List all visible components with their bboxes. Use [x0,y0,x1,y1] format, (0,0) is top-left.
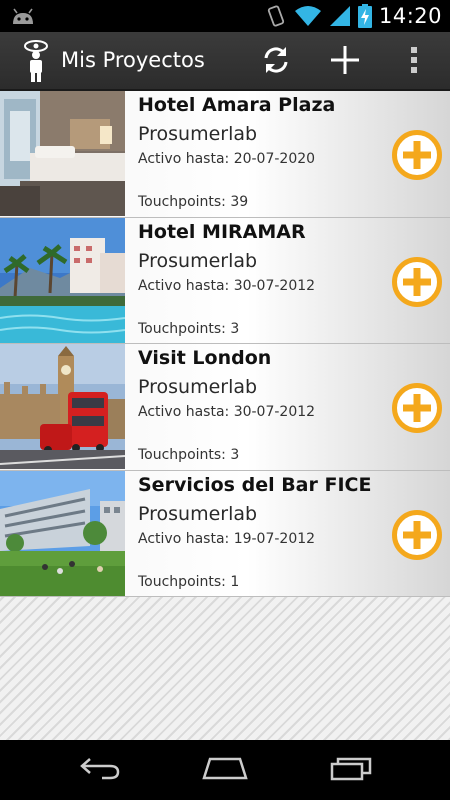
status-icons: 14:20 [265,0,450,32]
signal-icon [329,5,351,27]
back-button[interactable] [55,740,145,800]
project-row[interactable]: Hotel Amara Plaza Prosumerlab Activo has… [0,91,450,218]
plus-circle-icon [391,509,443,565]
project-company: Prosumerlab [138,376,258,398]
project-title: Hotel MIRAMAR [138,220,306,243]
page-title: Mis Proyectos [61,48,205,72]
add-icon [329,44,361,80]
add-project-button[interactable] [315,32,375,91]
project-touchpoints: Touchpoints: 3 [138,447,240,463]
wifi-icon [294,5,322,27]
refresh-icon [260,44,292,80]
add-touchpoint-button[interactable] [391,509,443,561]
navigation-bar [0,740,450,800]
project-touchpoints: Touchpoints: 3 [138,320,240,337]
project-touchpoints: Touchpoints: 39 [138,194,249,210]
back-icon [78,755,122,785]
project-row[interactable]: Visit London Prosumerlab Activo hasta: 3… [0,344,450,471]
project-thumbnail [0,470,125,596]
android-notification-icon [10,6,36,30]
project-thumbnail [0,217,125,343]
overflow-menu-icon [410,46,418,78]
home-icon [202,756,248,784]
plus-circle-icon [391,256,443,312]
project-company: Prosumerlab [138,502,258,525]
vibrate-icon [265,5,287,27]
project-row[interactable]: Servicios del Bar FICE Prosumerlab Activ… [0,470,450,597]
project-thumbnail [0,91,125,216]
status-clock: 14:20 [378,4,442,28]
project-active-until: Activo hasta: 19-07-2012 [138,530,316,547]
add-touchpoint-button[interactable] [391,256,443,308]
plus-circle-icon [391,383,443,438]
project-active-until: Activo hasta: 30-07-2012 [138,404,316,420]
project-list: Hotel Amara Plaza Prosumerlab Activo has… [0,91,450,597]
battery-charging-icon [357,4,372,28]
plus-circle-icon [391,130,443,185]
recent-apps-icon [330,755,374,785]
recent-apps-button[interactable] [307,740,397,800]
project-row[interactable]: Hotel MIRAMAR Prosumerlab Activo hasta: … [0,217,450,344]
project-touchpoints: Touchpoints: 1 [138,573,240,590]
status-bar: 14:20 [0,0,450,32]
refresh-button[interactable] [246,32,306,91]
project-title: Servicios del Bar FICE [138,473,372,496]
home-button[interactable] [180,740,270,800]
project-list-area[interactable]: Hotel Amara Plaza Prosumerlab Activo has… [0,91,450,740]
project-active-until: Activo hasta: 30-07-2012 [138,277,316,294]
add-touchpoint-button[interactable] [391,382,443,434]
project-active-until: Activo hasta: 20-07-2020 [138,151,316,167]
project-title: Hotel Amara Plaza [138,94,336,116]
app-logo-icon[interactable] [22,39,50,87]
overflow-menu-button[interactable] [384,32,444,91]
project-company: Prosumerlab [138,249,258,272]
project-title: Visit London [138,347,272,369]
project-company: Prosumerlab [138,123,258,145]
add-touchpoint-button[interactable] [391,129,443,181]
action-bar: Mis Proyectos [0,32,450,91]
project-thumbnail [0,344,125,469]
